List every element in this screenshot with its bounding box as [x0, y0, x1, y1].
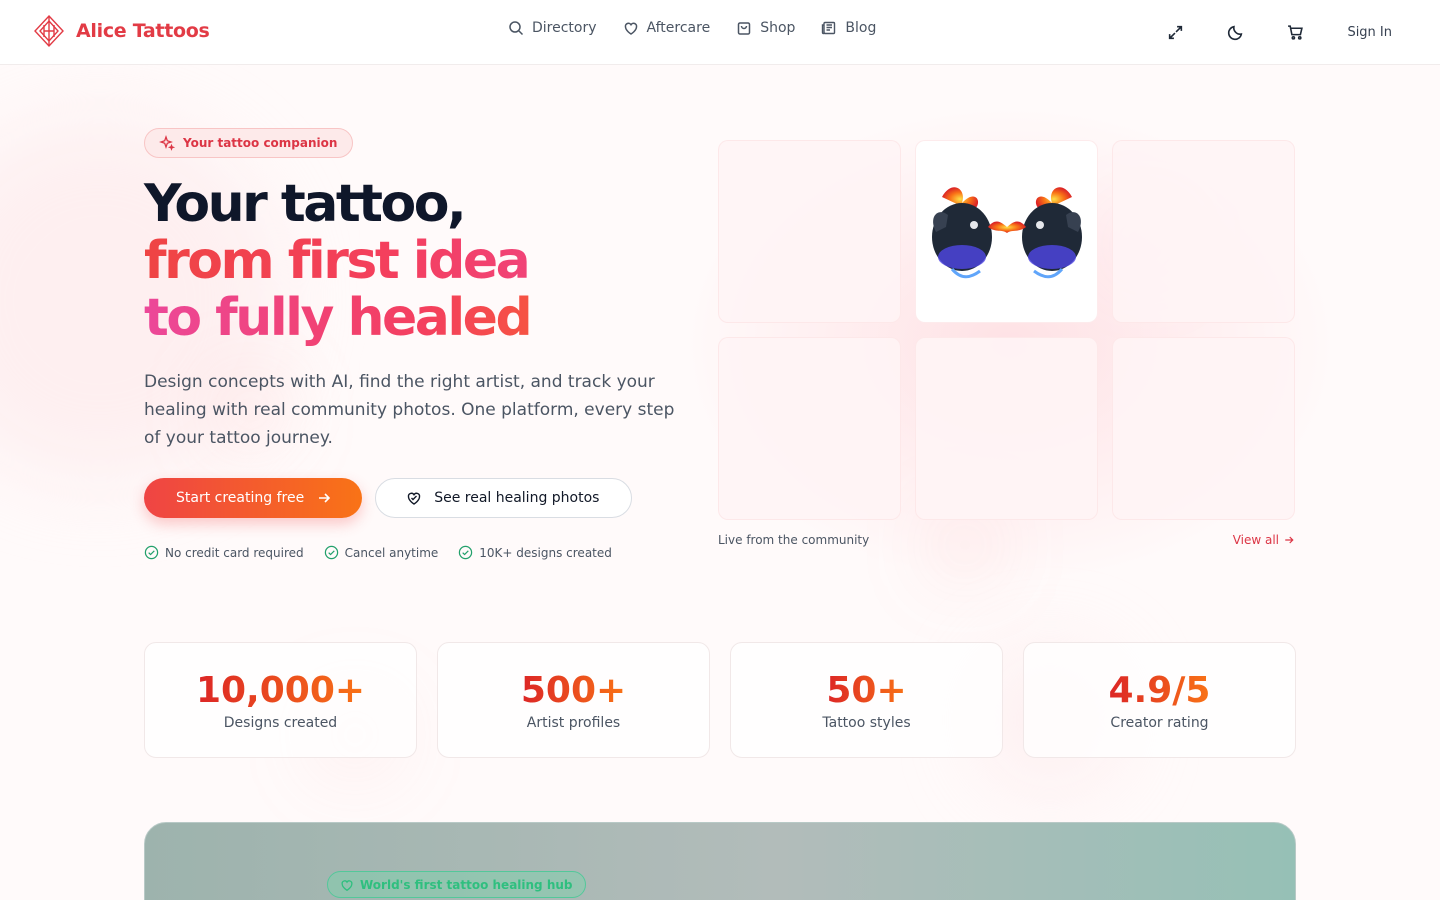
stat-label: Designs created [223, 715, 338, 731]
check-item: Cancel anytime [324, 545, 439, 560]
arrow-right-icon [319, 493, 331, 503]
check-circle-icon [144, 545, 159, 560]
stat-value: 50+ [826, 670, 907, 711]
stat-value: 10,000+ [195, 670, 366, 711]
sign-in-link[interactable]: Sign In [1347, 25, 1392, 40]
stat-value: 500+ [520, 670, 627, 711]
check-circle-icon [324, 545, 338, 560]
gallery-tile[interactable] [915, 337, 1098, 520]
heart-icon [624, 22, 637, 35]
nav-item-label: Directory [532, 20, 597, 36]
stat-card: 500+ Artist profiles [437, 642, 710, 758]
hero-headline: Your tattoo, from first idea to fully he… [144, 176, 704, 347]
stats-row: 10,000+ Designs created 500+ Artist prof… [144, 642, 1296, 758]
stat-label: Creator rating [1110, 715, 1209, 731]
view-all-label: View all [1232, 533, 1279, 547]
nav-item-directory[interactable]: Directory [508, 20, 597, 36]
cart-button[interactable] [1281, 18, 1309, 46]
cart-icon [1288, 24, 1303, 40]
stat-value: 4.9/5 [1108, 670, 1211, 711]
arrow-right-icon [1285, 536, 1294, 544]
brand-name: Alice Tattoos [76, 20, 210, 42]
gallery-tile[interactable] [1112, 337, 1295, 520]
banner-pill-label: World's first tattoo healing hub [360, 877, 573, 892]
hero-badge-label: Your tattoo companion [183, 136, 338, 150]
stat-label: Tattoo styles [822, 715, 911, 731]
headline-line-3: to fully healed [144, 290, 704, 347]
hero-badge: Your tattoo companion [144, 128, 354, 158]
gallery-tile[interactable] [915, 140, 1098, 323]
community-gallery [718, 140, 1295, 520]
brand-logo-icon [34, 14, 64, 48]
heart-handshake-icon [407, 492, 421, 505]
nav-item-label: Shop [760, 20, 796, 36]
fullscreen-button[interactable] [1161, 18, 1189, 46]
healing-photos-label: See real healing photos [434, 490, 600, 506]
brand[interactable]: Alice Tattoos [32, 14, 210, 48]
start-creating-button[interactable]: Start creating free [144, 478, 363, 518]
stat-card: 10,000+ Designs created [144, 642, 417, 758]
hero-checklist: No credit card required Cancel anytime 1… [144, 545, 612, 560]
community-caption: Live from the community [718, 533, 870, 547]
gallery-tile[interactable] [718, 140, 901, 323]
header-actions: Sign In [1129, 18, 1392, 46]
gallery-footer: Live from the community View all [718, 533, 1295, 547]
headline-line-1: Your tattoo, [144, 174, 467, 234]
check-item: No credit card required [144, 545, 304, 560]
theme-toggle-button[interactable] [1221, 18, 1249, 46]
stat-card: 50+ Tattoo styles [730, 642, 1003, 758]
view-all-link[interactable]: View all [1233, 533, 1295, 547]
healing-photos-button[interactable]: See real healing photos [375, 478, 633, 518]
gallery-tile[interactable] [1112, 140, 1295, 323]
moon-icon [1227, 25, 1243, 40]
expand-icon [1168, 25, 1183, 39]
start-creating-label: Start creating free [176, 490, 305, 506]
search-icon [509, 21, 524, 36]
heart-icon [341, 879, 353, 891]
nav-item-label: Aftercare [646, 20, 711, 36]
main-nav: Directory Aftercare Shop Blog [508, 20, 876, 36]
nav-item-blog[interactable]: Blog [821, 20, 876, 36]
check-item: 10K+ designs created [458, 545, 612, 560]
nav-item-aftercare[interactable]: Aftercare [623, 20, 711, 36]
gallery-tile[interactable] [718, 337, 901, 520]
check-item-label: 10K+ designs created [479, 545, 612, 560]
hero-subtitle: Design concepts with AI, find the right … [144, 372, 675, 448]
healing-hub-banner: World's first tattoo healing hub [144, 822, 1296, 900]
check-circle-icon [459, 545, 473, 560]
check-item-label: Cancel anytime [344, 545, 439, 560]
shopping-bag-icon [737, 22, 751, 35]
nav-item-label: Blog [845, 20, 877, 36]
stat-card: 4.9/5 Creator rating [1023, 642, 1296, 758]
nav-item-shop[interactable]: Shop [736, 20, 795, 36]
dragon-tattoo-image [931, 186, 1082, 278]
newspaper-icon [822, 21, 836, 35]
sparkles-icon [159, 135, 175, 151]
stat-label: Artist profiles [526, 715, 621, 731]
banner-pill: World's first tattoo healing hub [327, 871, 586, 898]
top-header: Alice Tattoos Directory Aftercare Shop B… [0, 0, 1440, 65]
headline-line-2: from first idea [144, 233, 704, 290]
hero-cta-row: Start creating free See real healing pho… [144, 478, 633, 518]
check-item-label: No credit card required [165, 545, 304, 560]
